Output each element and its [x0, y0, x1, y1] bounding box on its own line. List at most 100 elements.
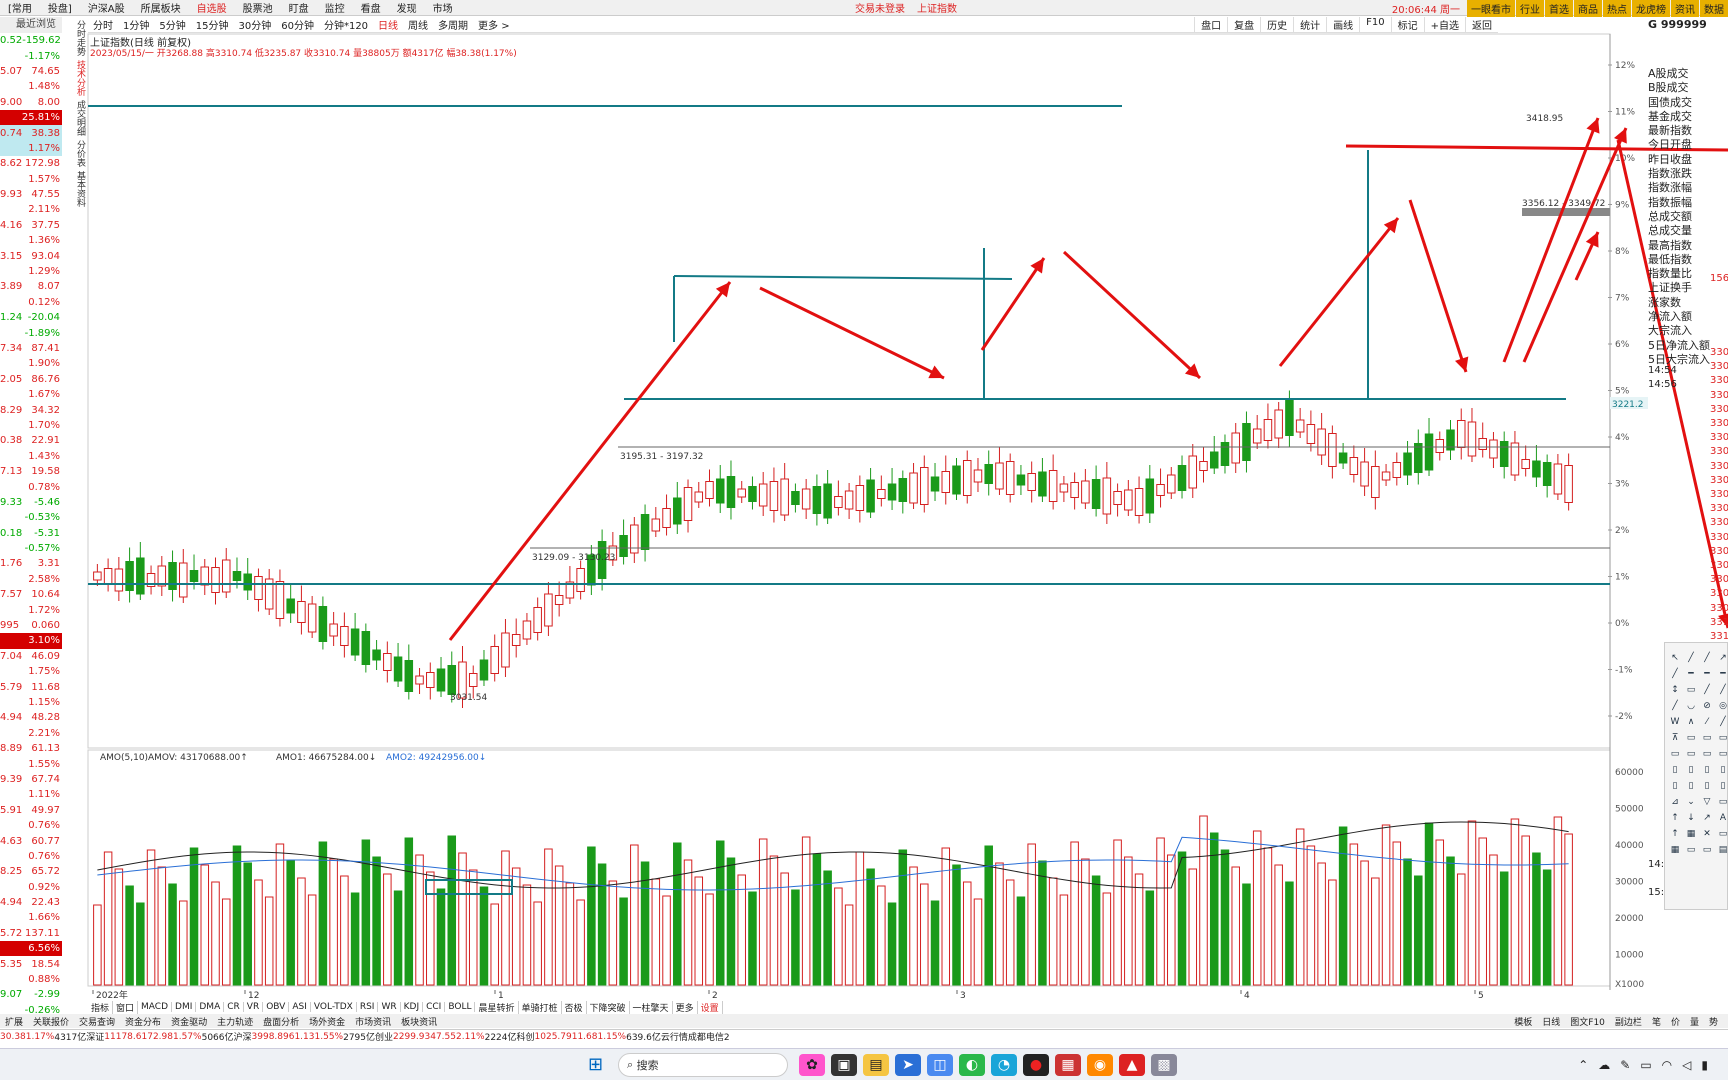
- draw-tool-icon[interactable]: ━: [1683, 669, 1699, 685]
- draw-tool-icon[interactable]: ▯: [1699, 765, 1715, 781]
- windows-start-icon[interactable]: ⊞: [588, 1054, 603, 1075]
- draw-tool-icon[interactable]: ↗: [1699, 813, 1715, 829]
- draw-tool-icon[interactable]: ⊼: [1667, 733, 1683, 749]
- draw-tool-icon[interactable]: ▭: [1683, 733, 1699, 749]
- draw-tool-icon[interactable]: ╱: [1699, 653, 1715, 669]
- draw-tool-icon[interactable]: ▤: [1715, 845, 1728, 861]
- draw-tool-icon[interactable]: ▭: [1683, 749, 1699, 765]
- indicator-tab[interactable]: CR: [224, 1002, 244, 1012]
- indicator-tab[interactable]: DMA: [196, 1002, 225, 1012]
- draw-tool-icon[interactable]: ↖: [1667, 653, 1683, 669]
- indicator-tab[interactable]: KDJ: [401, 1002, 424, 1012]
- draw-tool-icon[interactable]: ▯: [1715, 781, 1728, 797]
- draw-tool-icon[interactable]: ╱: [1667, 669, 1683, 685]
- indicator-tab[interactable]: RSI: [357, 1002, 379, 1012]
- draw-tool-icon[interactable]: ▯: [1683, 765, 1699, 781]
- draw-tool-icon[interactable]: ━: [1699, 669, 1715, 685]
- indicator-tab[interactable]: CCI: [423, 1002, 446, 1012]
- draw-tool-icon[interactable]: ▯: [1667, 781, 1683, 797]
- draw-tool-icon[interactable]: ▭: [1699, 845, 1715, 861]
- folder-icon[interactable]: ▤: [863, 1053, 889, 1076]
- indicator-tab[interactable]: 下降突破: [587, 1000, 630, 1014]
- bottom-tab[interactable]: 市场资讯: [350, 1015, 396, 1028]
- draw-tool-icon[interactable]: ▯: [1715, 765, 1728, 781]
- bottom-right-tab[interactable]: 副边栏: [1610, 1018, 1647, 1028]
- bottom-tab[interactable]: 板块资讯: [396, 1015, 442, 1028]
- bottom-right-tab[interactable]: 量: [1685, 1018, 1704, 1028]
- draw-tool-icon[interactable]: ▭: [1683, 845, 1699, 861]
- indicator-tab[interactable]: 指标: [88, 1000, 114, 1014]
- bottom-right-tab[interactable]: 日线: [1537, 1018, 1565, 1028]
- indicator-tab[interactable]: MACD: [138, 1002, 173, 1012]
- draw-tool-icon[interactable]: ▭: [1667, 749, 1683, 765]
- taskbar-search[interactable]: ⌕ 搜索: [618, 1052, 788, 1077]
- indicator-tab[interactable]: VR: [244, 1002, 264, 1012]
- indicator-tab[interactable]: 窗口: [113, 1000, 139, 1014]
- indicator-tab[interactable]: BOLL: [445, 1002, 476, 1012]
- draw-tool-icon[interactable]: ⊘: [1699, 701, 1715, 717]
- bottom-right-tab[interactable]: 笔: [1647, 1018, 1666, 1028]
- bottom-tab[interactable]: 盘面分析: [258, 1015, 304, 1028]
- draw-tool-icon[interactable]: ▦: [1667, 845, 1683, 861]
- draw-tool-icon[interactable]: ↓: [1683, 813, 1699, 829]
- stock-app-icon[interactable]: ▦: [1055, 1053, 1081, 1076]
- app-icon[interactable]: ➤: [895, 1053, 921, 1076]
- indicator-tab[interactable]: WR: [378, 1002, 401, 1012]
- app2-icon[interactable]: ◉: [1087, 1053, 1113, 1076]
- input-icon[interactable]: ▭: [1640, 1058, 1651, 1072]
- draw-tool-icon[interactable]: ⁄: [1699, 717, 1715, 733]
- draw-tool-icon[interactable]: ▽: [1699, 797, 1715, 813]
- indicator-tab[interactable]: 晨星转折: [475, 1000, 519, 1014]
- draw-tool-icon[interactable]: ▭: [1715, 797, 1728, 813]
- pen-icon[interactable]: ✎: [1620, 1058, 1630, 1072]
- browser-icon[interactable]: ◐: [959, 1053, 985, 1076]
- app4-icon[interactable]: ▩: [1151, 1053, 1177, 1076]
- bottom-right-tab[interactable]: 模板: [1509, 1018, 1537, 1028]
- battery-icon[interactable]: ▮: [1701, 1058, 1708, 1072]
- drawing-toolbar[interactable]: ↖ ╱ ╱ ↗ ╱ ━ ━ ━ ↕ ▭ ╱ ╱ ╱ ◡ ⊘ ◎ W ∧ ⁄ ╱ ⊼ ▭ ▭ ▭ ▭ ▭ ▭ ▭ ▯ ▯ ▯ ▯ ▯ ▯ ▯ ▯ ⊿ ⌄ ▽ ▭…: [1664, 642, 1728, 910]
- record-icon[interactable]: ●: [1023, 1053, 1049, 1076]
- draw-tool-icon[interactable]: ▭: [1715, 749, 1728, 765]
- draw-tool-icon[interactable]: ↑: [1667, 813, 1683, 829]
- draw-tool-icon[interactable]: ◎: [1715, 701, 1728, 717]
- bottom-right-tab[interactable]: 价: [1666, 1018, 1685, 1028]
- draw-tool-icon[interactable]: ↗: [1715, 653, 1728, 669]
- draw-tool-icon[interactable]: ⌄: [1683, 797, 1699, 813]
- draw-tool-icon[interactable]: ━: [1715, 669, 1728, 685]
- bottom-tab[interactable]: 关联报价: [28, 1015, 74, 1028]
- draw-tool-icon[interactable]: ▭: [1683, 685, 1699, 701]
- indicator-tab[interactable]: 否极: [562, 1000, 587, 1014]
- draw-tool-icon[interactable]: ✕: [1699, 829, 1715, 845]
- store-icon[interactable]: ◫: [927, 1053, 953, 1076]
- wifi-icon[interactable]: ◠: [1662, 1058, 1672, 1072]
- draw-tool-icon[interactable]: ╱: [1667, 701, 1683, 717]
- kline-chart[interactable]: 12% 11% 10% 9% 8% 7% 6% 5% 4% 3% 2% 1% 0% -1% -2% 60000…: [0, 0, 1728, 1000]
- bottom-right-tab[interactable]: 势: [1704, 1018, 1723, 1028]
- draw-tool-icon[interactable]: ╱: [1715, 685, 1728, 701]
- draw-tool-icon[interactable]: ↕: [1667, 685, 1683, 701]
- draw-tool-icon[interactable]: ▯: [1667, 765, 1683, 781]
- draw-tool-icon[interactable]: ↑: [1667, 829, 1683, 845]
- bottom-tab[interactable]: 资金驱动: [166, 1015, 212, 1028]
- draw-tool-icon[interactable]: ╱: [1715, 717, 1728, 733]
- indicator-tab[interactable]: 一柱擎天: [630, 1000, 673, 1014]
- task-view-icon[interactable]: ▣: [831, 1053, 857, 1076]
- draw-tool-icon[interactable]: A: [1715, 813, 1728, 829]
- draw-tool-icon[interactable]: ▭: [1699, 749, 1715, 765]
- draw-tool-icon[interactable]: ▭: [1699, 733, 1715, 749]
- bottom-tab[interactable]: 扩展: [0, 1015, 28, 1028]
- bottom-tab[interactable]: 场外资金: [304, 1015, 350, 1028]
- cloud-icon[interactable]: ☁: [1598, 1058, 1610, 1072]
- draw-tool-icon[interactable]: ◡: [1683, 701, 1699, 717]
- bottom-tab[interactable]: 交易查询: [74, 1015, 120, 1028]
- draw-tool-icon[interactable]: ∧: [1683, 717, 1699, 733]
- draw-tool-icon[interactable]: ▭: [1715, 829, 1728, 845]
- draw-tool-icon[interactable]: ▯: [1683, 781, 1699, 797]
- indicator-tab[interactable]: OBV: [263, 1002, 290, 1012]
- indicator-tab[interactable]: 单骑打桩: [519, 1000, 562, 1014]
- draw-tool-icon[interactable]: W: [1667, 717, 1683, 733]
- widgets-icon[interactable]: ✿: [799, 1053, 825, 1076]
- draw-tool-icon[interactable]: ⊿: [1667, 797, 1683, 813]
- bottom-tab[interactable]: 资金分布: [120, 1015, 166, 1028]
- draw-tool-icon[interactable]: ╱: [1699, 685, 1715, 701]
